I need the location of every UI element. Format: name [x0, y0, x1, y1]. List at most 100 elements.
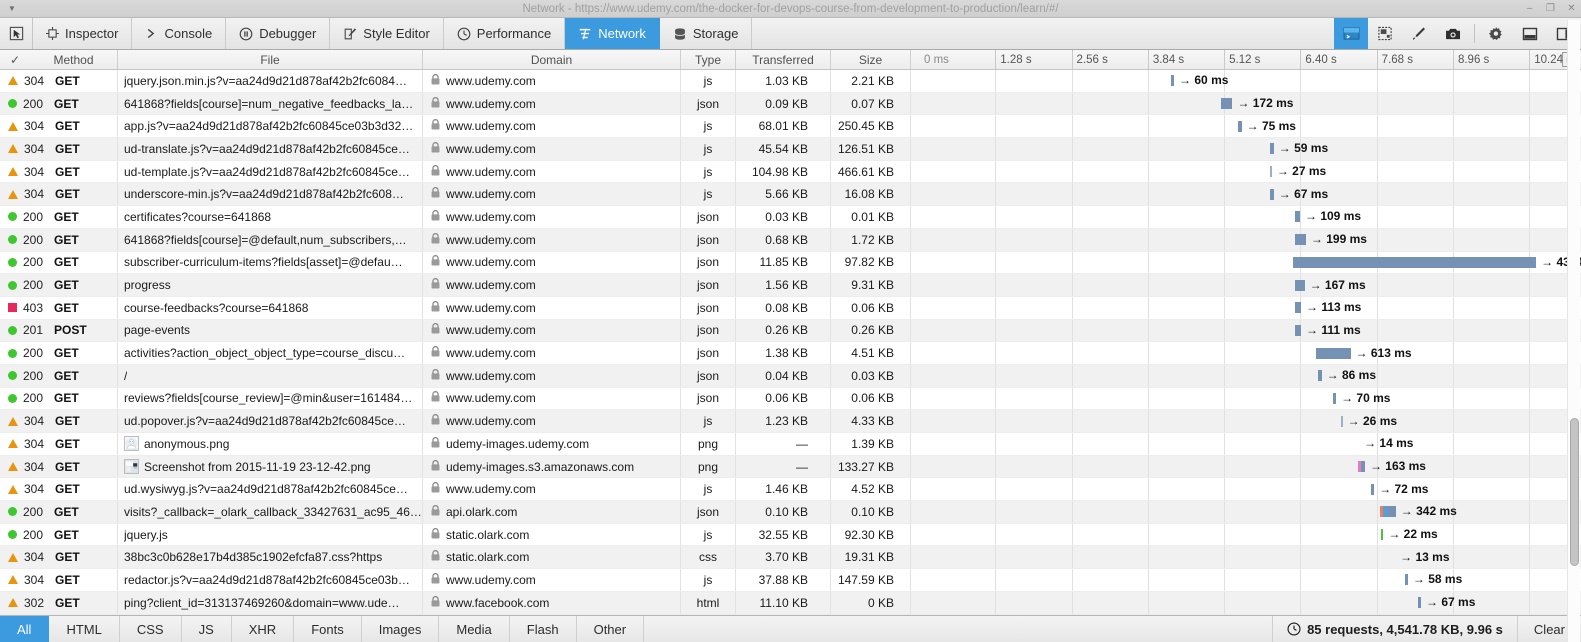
table-row[interactable]: 200 GET / www.udemy.com json 0.04 KB 0.03 KB → …	[0, 364, 1581, 388]
tab-style-editor[interactable]: Style Editor	[330, 18, 444, 49]
cell-file[interactable]: ud.wysiwyg.js?v=aa24d9d21d878af42b2fc608…	[118, 478, 423, 501]
cell-file[interactable]: jquery.json.min.js?v=aa24d9d21d878af42b2…	[118, 70, 423, 92]
cell-file[interactable]: activities?action_object_object_type=cou…	[118, 342, 423, 364]
filter-button-all[interactable]: All	[0, 616, 50, 642]
scrollbar-thumb[interactable]	[1570, 418, 1579, 566]
table-row[interactable]: 304 GET 38bc3c0b628e17b4d385c1902efcfa87.c…	[0, 546, 1581, 570]
column-header-domain[interactable]: Domain	[423, 50, 681, 69]
column-header-size[interactable]: Size	[831, 50, 911, 69]
filter-button-xhr[interactable]: XHR	[232, 616, 295, 642]
waterfall-bar[interactable]	[1294, 279, 1305, 291]
waterfall-bar[interactable]	[1332, 392, 1337, 404]
waterfall-bar[interactable]	[1381, 529, 1384, 541]
table-row[interactable]: 304 GET ud.wysiwyg.js?v=aa24d9d21d878af42b…	[0, 478, 1581, 502]
filter-button-flash[interactable]: Flash	[510, 616, 577, 642]
cell-file[interactable]: course-feedbacks?course=641868	[118, 296, 423, 319]
cell-file[interactable]: app.js?v=aa24d9d21d878af42b2fc60845ce03b…	[118, 115, 423, 138]
waterfall-bar[interactable]	[1418, 597, 1422, 609]
table-row[interactable]: 200 GET 641868?fields[course]=@default,num…	[0, 228, 1581, 252]
table-row[interactable]: 200 GET jquery.js static.olark.com js 32.55 K…	[0, 523, 1581, 547]
filter-button-css[interactable]: CSS	[120, 616, 182, 642]
cell-file[interactable]: page-events	[118, 319, 423, 342]
filter-button-other[interactable]: Other	[577, 616, 645, 642]
waterfall-bar[interactable]	[1358, 461, 1365, 473]
cell-file[interactable]: certificates?course=641868	[118, 206, 423, 228]
tab-performance[interactable]: Performance	[444, 18, 566, 49]
waterfall-bar[interactable]	[1404, 574, 1408, 586]
table-row[interactable]: 304 GET ud.popover.js?v=aa24d9d21d878af42b…	[0, 410, 1581, 433]
split-console-icon[interactable]	[1334, 18, 1368, 49]
cell-file[interactable]: underscore-min.js?v=aa24d9d21d878af42b2f…	[118, 183, 423, 206]
column-header-method[interactable]: ✓ Method	[0, 50, 118, 69]
waterfall-bar[interactable]	[1237, 120, 1242, 132]
cell-file[interactable]: 641868?fields[course]=num_negative_feedb…	[118, 92, 423, 115]
dock-bottom-icon[interactable]	[1513, 18, 1547, 49]
responsive-design-mode-icon[interactable]	[1368, 18, 1402, 49]
table-row[interactable]: 304 GET ud-translate.js?v=aa24d9d21d878af4…	[0, 138, 1581, 161]
filter-button-media[interactable]: Media	[439, 616, 510, 642]
cell-file[interactable]: redactor.js?v=aa24d9d21d878af42b2fc60845…	[118, 569, 423, 591]
table-row[interactable]: 200 GET certificates?course=641868 www.udem…	[0, 206, 1581, 229]
table-row[interactable]: 200 GET subscriber-curriculum-items?fields…	[0, 251, 1581, 275]
table-row[interactable]: 304 GET redactor.js?v=aa24d9d21d878af42b2f…	[0, 569, 1581, 592]
cell-file[interactable]: Screenshot from 2015-11-19 23-12-42.png	[118, 455, 423, 478]
filter-button-html[interactable]: HTML	[49, 616, 120, 642]
filter-button-images[interactable]: Images	[362, 616, 440, 642]
vertical-scrollbar[interactable]	[1567, 20, 1580, 642]
table-row[interactable]: 304 GET jquery.json.min.js?v=aa24d9d21d878…	[0, 70, 1581, 93]
cell-file[interactable]: ud-translate.js?v=aa24d9d21d878af42b2fc6…	[118, 138, 423, 160]
column-header-file[interactable]: File	[118, 50, 423, 69]
cell-file[interactable]: ud-template.js?v=aa24d9d21d878af42b2fc60…	[118, 160, 423, 183]
camera-screenshot-icon[interactable]	[1436, 18, 1470, 49]
tab-console[interactable]: Console	[132, 18, 227, 49]
column-header-timeline[interactable]: ◀ 0 ms1.28 s2.56 s3.84 s5.12 s6.40 s7.68…	[911, 50, 1581, 69]
minimize-icon[interactable]: –	[1524, 0, 1535, 18]
cell-file[interactable]: reviews?fields[course_review]=@min&user=…	[118, 387, 423, 410]
waterfall-bar[interactable]	[1340, 415, 1343, 427]
column-header-type[interactable]: Type	[681, 50, 736, 69]
cell-file[interactable]: progress	[118, 274, 423, 296]
waterfall-bar[interactable]	[1370, 483, 1375, 495]
tab-inspector[interactable]: Inspector	[33, 18, 133, 49]
waterfall-bar[interactable]	[1294, 211, 1300, 223]
waterfall-bar[interactable]	[1221, 98, 1233, 110]
tab-debugger[interactable]: Debugger	[226, 18, 331, 49]
waterfall-bar[interactable]	[1269, 166, 1272, 178]
cell-file[interactable]: subscriber-curriculum-items?fields[asset…	[118, 251, 423, 274]
cell-file[interactable]: ping?client_id=313137469260&domain=www.u…	[118, 591, 423, 614]
waterfall-bar[interactable]	[1294, 234, 1306, 246]
waterfall-bar[interactable]	[1295, 324, 1301, 336]
cell-file[interactable]: 641868?fields[course]=@default,num_subsc…	[118, 228, 423, 251]
table-row[interactable]: 304 GET ud-template.js?v=aa24d9d21d878af42…	[0, 160, 1581, 184]
cell-file[interactable]: ud.popover.js?v=aa24d9d21d878af42b2fc608…	[118, 410, 423, 432]
cell-file[interactable]: jquery.js	[118, 523, 423, 546]
tab-network[interactable]: Network	[565, 18, 660, 49]
close-icon[interactable]: ✕	[1566, 0, 1577, 18]
maximize-icon[interactable]: ❐	[1545, 0, 1556, 18]
gear-settings-icon[interactable]	[1479, 18, 1513, 49]
filter-button-js[interactable]: JS	[182, 616, 232, 642]
table-row[interactable]: 304 GET app.js?v=aa24d9d21d878af42b2fc6084…	[0, 115, 1581, 139]
waterfall-bar[interactable]	[1270, 188, 1274, 200]
table-row[interactable]: 200 GET reviews?fields[course_review]=@min…	[0, 387, 1581, 411]
table-row[interactable]: 304 GET Screenshot from 2015-11-19 23-12-4…	[0, 455, 1581, 479]
table-row[interactable]: 403 GET course-feedbacks?course=641868 www.…	[0, 296, 1581, 320]
table-row[interactable]: 200 GET activities?action_object_object_ty…	[0, 342, 1581, 365]
table-row[interactable]: 201 POST page-events www.udemy.com json 0.26 …	[0, 319, 1581, 343]
table-row[interactable]: 200 GET 641868?fields[course]=num_negative…	[0, 92, 1581, 116]
node-picker-icon[interactable]	[0, 18, 33, 49]
caret-down-icon[interactable]: ▼	[4, 4, 20, 13]
waterfall-bar[interactable]	[1317, 370, 1322, 382]
cell-file[interactable]: visits?_callback=_olark_callback_3342763…	[118, 501, 423, 523]
cell-file[interactable]: anonymous.png	[118, 433, 423, 455]
table-row[interactable]: 302 GET ping?client_id=313137469260&domain…	[0, 591, 1581, 615]
table-row[interactable]: 304 GET underscore-min.js?v=aa24d9d21d878a…	[0, 183, 1581, 207]
waterfall-bar[interactable]	[1295, 302, 1301, 314]
eyedropper-icon[interactable]	[1402, 18, 1436, 49]
column-header-transferred[interactable]: Transferred	[736, 50, 831, 69]
waterfall-bar[interactable]	[1170, 75, 1175, 87]
tab-storage[interactable]: Storage	[660, 18, 753, 49]
table-row[interactable]: 304 GET anonymous.png udemy-images.udemy.co…	[0, 433, 1581, 456]
table-row[interactable]: 200 GET visits?_callback=_olark_callback_3…	[0, 501, 1581, 524]
request-list[interactable]: 304 GET jquery.json.min.js?v=aa24d9d21d878…	[0, 70, 1581, 615]
